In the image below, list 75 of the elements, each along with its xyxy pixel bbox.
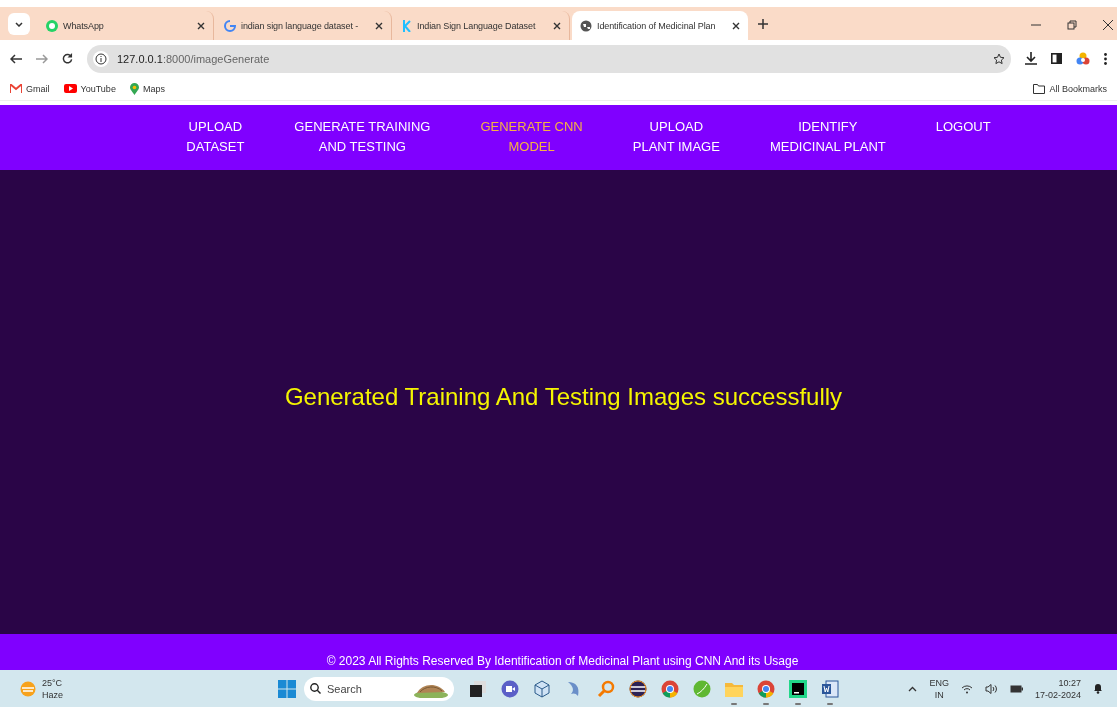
info-icon[interactable]: [93, 50, 109, 67]
download-icon[interactable]: [1025, 52, 1037, 65]
tab-list-button[interactable]: [8, 13, 30, 35]
back-icon[interactable]: [10, 53, 22, 64]
tab-title: Indian Sign Language Dataset: [417, 20, 537, 31]
windows-start-icon[interactable]: [278, 679, 296, 698]
url-text: 127.0.0.1:8000/imageGenerate: [117, 52, 270, 65]
tab-title: WhatsApp: [63, 20, 105, 31]
menu-icon[interactable]: [1104, 52, 1107, 65]
tab-title: indian sign language dataset -: [241, 20, 360, 31]
side-panel-icon[interactable]: [1051, 53, 1062, 64]
notification-bell-icon[interactable]: [1093, 683, 1103, 694]
close-icon[interactable]: [375, 21, 383, 30]
battery-icon[interactable]: [1009, 684, 1023, 693]
eclipse-icon: [629, 679, 647, 698]
reload-icon[interactable]: [62, 53, 73, 64]
chrome-icon: [661, 679, 679, 698]
nav-link[interactable]: GENERATE TRAINING AND TESTING: [269, 105, 456, 170]
weather-condition: Haze: [42, 688, 63, 701]
map-pin-icon: [129, 82, 139, 95]
restore-icon[interactable]: [1067, 20, 1077, 30]
weather-icon: [20, 680, 36, 697]
status-message: Generated Training And Testing Images successfully: [284, 383, 843, 411]
close-window-icon[interactable]: [1103, 20, 1113, 30]
word-document-icon: [821, 679, 839, 698]
running-indicator: [731, 702, 737, 705]
footer-text: © 2023 All Rights Reserved By Identification of Medicinal Plant using CNN And its Usage: [326, 654, 799, 668]
browser-tab[interactable]: Identification of Medicinal Plan: [572, 11, 748, 40]
bookmark[interactable]: Maps: [129, 82, 165, 95]
nav-link[interactable]: UPLOAD PLANT IMAGE: [607, 105, 745, 170]
task-view-icon: [469, 679, 487, 698]
taskbar-search[interactable]: Search: [304, 676, 454, 701]
pycharm-icon: [789, 679, 807, 698]
globe-icon: [580, 19, 592, 32]
star-icon[interactable]: [993, 52, 1005, 65]
youtube-icon: [63, 84, 77, 93]
nav-link[interactable]: UPLOAD DATASET: [161, 105, 270, 170]
search-icon: [310, 683, 321, 694]
profile-icon[interactable]: [1076, 51, 1090, 66]
gmail-icon: [10, 84, 22, 93]
chevron-icon: [15, 21, 23, 27]
address-bar[interactable]: 127.0.0.1:8000/imageGenerate: [87, 44, 1011, 73]
bookmark[interactable]: Gmail: [10, 83, 50, 94]
running-indicator: [795, 702, 801, 705]
language-indicator[interactable]: ENG IN: [929, 676, 949, 701]
browser-tab[interactable]: indian sign language dataset -: [216, 11, 392, 40]
running-indicator: [763, 702, 769, 705]
video-chat-icon: [501, 679, 519, 698]
temperature: 25°C: [42, 676, 63, 689]
forward-icon[interactable]: [36, 53, 48, 64]
kaggle-icon: [402, 19, 412, 32]
tab-title: Identification of Medicinal Plan: [597, 20, 717, 31]
running-indicator: [827, 702, 833, 705]
whatsapp-icon: [46, 19, 58, 32]
close-icon[interactable]: [732, 21, 740, 30]
clock[interactable]: 10:27 17-02-2024: [1034, 676, 1081, 701]
browser-tab[interactable]: Indian Sign Language Dataset: [394, 11, 570, 40]
browser-tab[interactable]: WhatsApp: [38, 11, 214, 40]
wifi-icon[interactable]: [960, 683, 973, 694]
magnifier-icon: [597, 679, 615, 698]
all-bookmarks-button[interactable]: All Bookmarks: [1033, 83, 1107, 94]
nav-link[interactable]: IDENTIFY MEDICINAL PLANT: [744, 105, 911, 170]
chrome-icon: [757, 679, 775, 698]
folder-icon: [725, 680, 743, 697]
folder-icon: [1033, 83, 1046, 94]
close-icon[interactable]: [197, 21, 205, 30]
volume-icon[interactable]: [984, 683, 998, 694]
new-tab-icon[interactable]: [758, 19, 768, 29]
bookmark[interactable]: YouTube: [63, 83, 116, 94]
chevron-up-icon[interactable]: [908, 685, 918, 692]
cube-icon: [533, 679, 551, 698]
nav-link[interactable]: LOGOUT: [910, 105, 1016, 170]
nav-link[interactable]: GENERATE CNN MODEL: [455, 105, 608, 170]
close-icon[interactable]: [553, 21, 561, 30]
google-icon: [224, 19, 236, 32]
